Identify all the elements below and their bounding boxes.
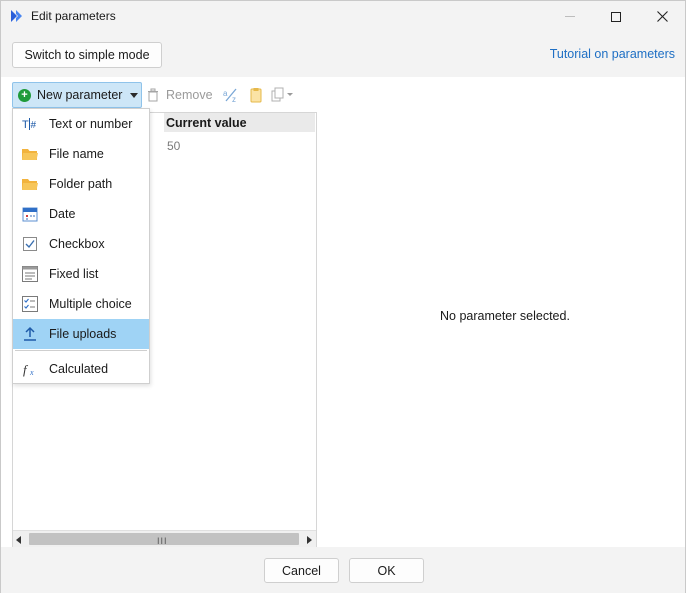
dialog-footer: Cancel OK [1, 547, 685, 593]
menu-item-label: Calculated [49, 362, 109, 376]
switch-to-simple-mode-button[interactable]: Switch to simple mode [12, 42, 162, 68]
svg-text:a: a [223, 89, 228, 98]
horizontal-scrollbar[interactable]: III [13, 530, 316, 547]
app-logo-icon [11, 10, 22, 22]
current-value-cell[interactable]: 50 [167, 139, 180, 153]
function-icon: f x [22, 361, 38, 377]
clipboard-icon[interactable] [248, 87, 264, 103]
column-header-current-value: Current value [164, 113, 315, 132]
text-number-icon: T # [22, 116, 38, 132]
menu-item-file-name[interactable]: File name [13, 139, 149, 169]
menu-item-label: File name [49, 147, 104, 161]
new-parameter-label: New parameter [37, 88, 123, 102]
list-icon [22, 266, 38, 282]
no-parameter-message: No parameter selected. [440, 309, 570, 323]
close-button[interactable] [639, 1, 685, 32]
menu-item-folder-path[interactable]: Folder path [13, 169, 149, 199]
multiple-choice-icon [22, 296, 38, 312]
menu-item-multiple-choice[interactable]: Multiple choice [13, 289, 149, 319]
menu-item-text-or-number[interactable]: T # Text or number [13, 109, 149, 139]
checkbox-icon [22, 236, 38, 252]
title-bar: Edit parameters [1, 1, 685, 32]
maximize-icon [611, 11, 621, 22]
svg-text:x: x [29, 368, 34, 377]
mode-bar: Switch to simple mode Tutorial on parame… [1, 32, 685, 77]
menu-item-label: Text or number [49, 117, 133, 131]
svg-text:f: f [23, 362, 29, 377]
trash-icon [148, 88, 158, 102]
upload-icon [22, 326, 38, 342]
menu-item-date[interactable]: Date [13, 199, 149, 229]
menu-item-checkbox[interactable]: Checkbox [13, 229, 149, 259]
window-title: Edit parameters [31, 9, 116, 23]
close-icon [656, 11, 668, 22]
tutorial-link[interactable]: Tutorial on parameters [550, 47, 675, 61]
folder-icon [22, 146, 38, 162]
remove-label: Remove [166, 88, 213, 102]
scrollbar-thumb[interactable]: III [29, 533, 299, 546]
menu-item-fixed-list[interactable]: Fixed list [13, 259, 149, 289]
svg-text:T: T [22, 119, 29, 131]
menu-item-file-uploads[interactable]: File uploads [13, 319, 149, 349]
menu-item-calculated[interactable]: f x Calculated [13, 354, 149, 384]
scroll-right-icon[interactable] [307, 536, 312, 544]
cancel-button[interactable]: Cancel [264, 558, 339, 583]
add-icon: + [18, 88, 31, 102]
svg-text:z: z [232, 95, 236, 103]
menu-item-label: Checkbox [49, 237, 105, 251]
menu-item-label: Date [49, 207, 76, 221]
menu-separator [15, 350, 147, 351]
calendar-icon [22, 206, 38, 222]
minimize-button[interactable] [547, 1, 593, 32]
new-parameter-button[interactable]: + New parameter [12, 82, 142, 108]
grip-icon: III [157, 536, 168, 546]
menu-item-label: Fixed list [49, 267, 99, 281]
ok-button[interactable]: OK [349, 558, 424, 583]
duplicate-icon[interactable] [271, 87, 297, 103]
sort-icon[interactable]: a z [223, 87, 239, 103]
edit-parameters-window: Edit parameters Switch to simple mode Tu… [0, 0, 686, 593]
minimize-icon [565, 16, 575, 17]
svg-text:#: # [31, 120, 37, 131]
menu-item-label: Folder path [49, 177, 113, 191]
folder-icon [22, 176, 38, 192]
new-parameter-menu: T # Text or number File name Folder path… [12, 108, 150, 384]
chevron-down-icon [130, 92, 139, 98]
parameter-toolbar: + New parameter Remove a z [1, 81, 321, 109]
remove-button[interactable]: Remove [146, 82, 213, 108]
scroll-left-icon[interactable] [16, 536, 21, 544]
maximize-button[interactable] [593, 1, 639, 32]
menu-item-label: File uploads [49, 327, 117, 341]
menu-item-label: Multiple choice [49, 297, 132, 311]
